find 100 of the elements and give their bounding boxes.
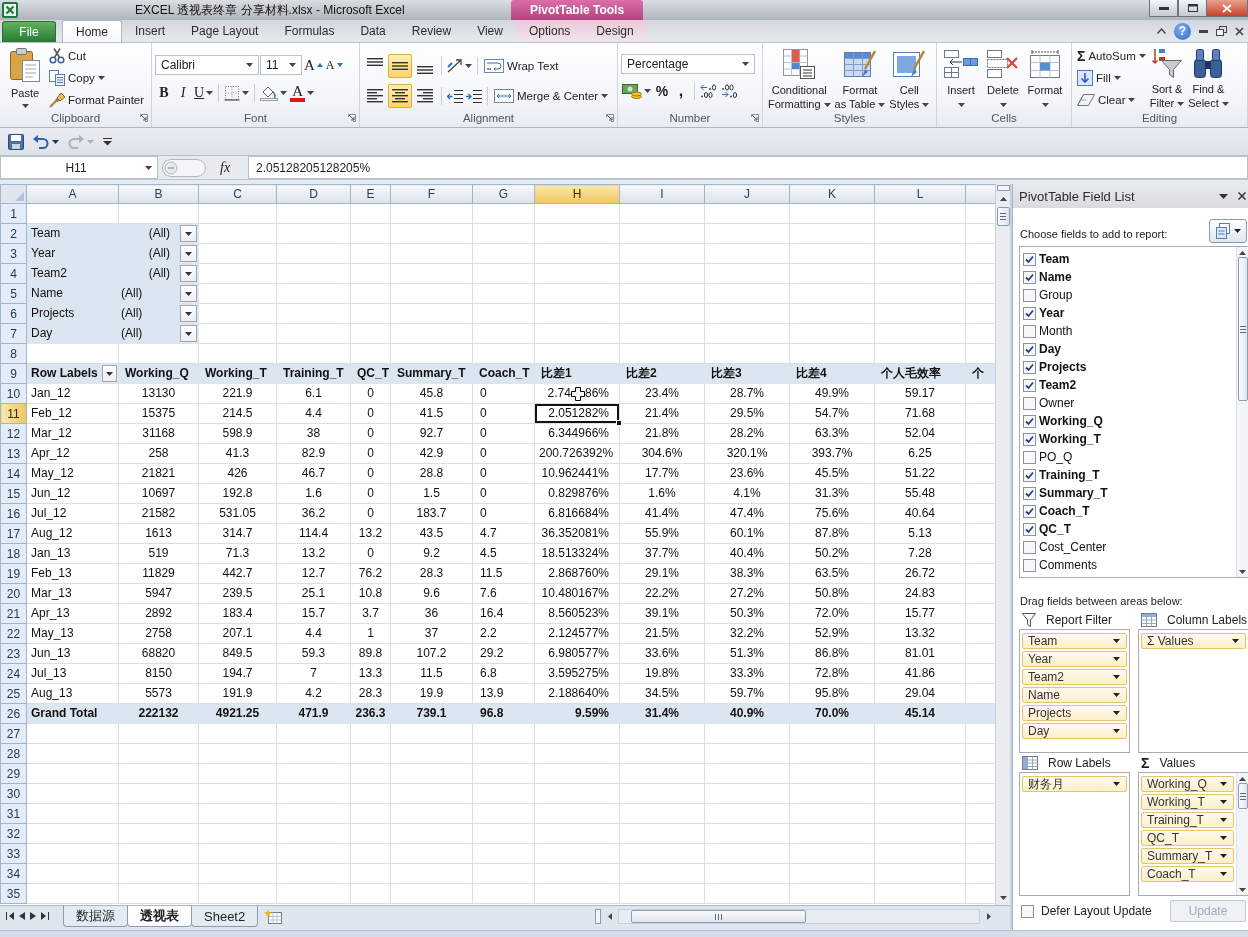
- sort-filter-button[interactable]: Sort & Filter: [1147, 43, 1187, 110]
- ribbon-tab[interactable]: Page Layout: [178, 20, 272, 42]
- dropdown-button[interactable]: [180, 245, 197, 262]
- row-header[interactable]: 14: [0, 463, 27, 484]
- field-item[interactable]: Comments: [1023, 556, 1236, 574]
- row-header[interactable]: 33: [0, 843, 27, 864]
- checkbox[interactable]: [1021, 904, 1034, 918]
- area-field-button[interactable]: Team2: [1022, 669, 1127, 685]
- italic-button[interactable]: I: [174, 82, 192, 104]
- area-field-button[interactable]: 财务月: [1022, 776, 1127, 792]
- field-item[interactable]: Team2: [1023, 376, 1236, 394]
- format-cells-button[interactable]: Format: [1024, 43, 1066, 107]
- area-field-button[interactable]: Team: [1022, 633, 1127, 649]
- row-header[interactable]: 3: [0, 243, 27, 264]
- checkbox[interactable]: [1023, 270, 1036, 284]
- dropdown-button[interactable]: [180, 325, 197, 342]
- row-header[interactable]: 32: [0, 823, 27, 844]
- field-item[interactable]: Month: [1023, 322, 1236, 340]
- bold-button[interactable]: B: [155, 82, 173, 104]
- cell-styles-button[interactable]: Cell Styles: [887, 43, 932, 111]
- row-header[interactable]: 1: [0, 203, 27, 224]
- first-sheet-icon[interactable]: [6, 912, 14, 920]
- dialog-launcher-icon[interactable]: [348, 113, 356, 122]
- checkbox[interactable]: [1023, 450, 1036, 464]
- row-header[interactable]: 19: [0, 563, 27, 584]
- field-item[interactable]: Year: [1023, 304, 1236, 322]
- vertical-scrollbar[interactable]: [1236, 773, 1248, 895]
- field-layout-button[interactable]: [1209, 219, 1247, 243]
- wrap-text-button[interactable]: Wrap Text: [482, 55, 561, 77]
- column-header[interactable]: B: [118, 184, 199, 204]
- underline-button[interactable]: U: [193, 82, 215, 104]
- checkbox[interactable]: [1023, 414, 1036, 428]
- column-header[interactable]: L: [874, 184, 966, 204]
- minimize-button[interactable]: [1149, 0, 1178, 17]
- area-field-button[interactable]: Coach_T: [1141, 866, 1234, 882]
- checkbox[interactable]: [1023, 432, 1036, 446]
- area-field-button[interactable]: Training_T: [1141, 812, 1234, 828]
- column-header[interactable]: J: [704, 184, 790, 204]
- row-header[interactable]: 6: [0, 303, 27, 324]
- name-box[interactable]: H11: [0, 156, 158, 179]
- dropdown-button[interactable]: [180, 285, 197, 302]
- dropdown-button[interactable]: [180, 265, 197, 282]
- area-field-button[interactable]: Working_Q: [1141, 776, 1234, 792]
- area-field-button[interactable]: Working_T: [1141, 794, 1234, 810]
- chevron-up-icon[interactable]: [1157, 28, 1166, 34]
- vertical-scrollbar[interactable]: [995, 184, 1010, 905]
- scroll-thumb[interactable]: [1237, 783, 1248, 809]
- checkbox[interactable]: [1023, 558, 1036, 572]
- close-icon[interactable]: [1235, 26, 1244, 36]
- column-header[interactable]: H: [534, 184, 620, 204]
- field-item[interactable]: Day: [1023, 340, 1236, 358]
- fill-handle[interactable]: [616, 420, 622, 426]
- scroll-thumb[interactable]: [631, 910, 806, 923]
- dropdown-button[interactable]: [180, 225, 197, 242]
- checkbox[interactable]: [1023, 306, 1036, 320]
- checkbox[interactable]: [1023, 378, 1036, 392]
- dropdown-button[interactable]: [101, 365, 117, 382]
- row-header[interactable]: 29: [0, 763, 27, 784]
- area-field-button[interactable]: QC_T: [1141, 830, 1234, 846]
- field-item[interactable]: Coach_T: [1023, 502, 1236, 520]
- horizontal-scrollbar[interactable]: [618, 909, 980, 924]
- copy-button[interactable]: Copy: [47, 67, 147, 89]
- row-header[interactable]: 12: [0, 423, 27, 444]
- checkbox[interactable]: [1023, 396, 1036, 410]
- row-header[interactable]: 34: [0, 863, 27, 884]
- field-item[interactable]: Training_T: [1023, 466, 1236, 484]
- row-header[interactable]: 2: [0, 223, 27, 244]
- sheet-tab[interactable]: Sheet2: [191, 906, 259, 927]
- field-item[interactable]: Projects: [1023, 358, 1236, 376]
- vertical-scrollbar[interactable]: [1236, 247, 1248, 577]
- row-header[interactable]: 27: [0, 723, 27, 744]
- row-header[interactable]: 13: [0, 443, 27, 464]
- checkbox[interactable]: [1023, 504, 1036, 518]
- row-header[interactable]: 20: [0, 583, 27, 604]
- column-header[interactable]: D: [276, 184, 351, 204]
- previous-sheet-icon[interactable]: [19, 912, 25, 920]
- font-color-button[interactable]: A: [289, 82, 315, 104]
- ribbon-tab[interactable]: Options: [515, 20, 584, 42]
- sheet-tab[interactable]: 数据源: [63, 906, 128, 927]
- caret-icon[interactable]: [1219, 193, 1228, 199]
- row-header[interactable]: 31: [0, 803, 27, 824]
- field-item[interactable]: Working_T: [1023, 430, 1236, 448]
- row-header[interactable]: 16: [0, 503, 27, 524]
- field-item[interactable]: PO_Q: [1023, 448, 1236, 466]
- column-header[interactable]: F: [390, 184, 473, 204]
- ribbon-tab[interactable]: Insert: [122, 20, 179, 42]
- grow-font-button[interactable]: A: [303, 54, 324, 76]
- ribbon-tab[interactable]: Data: [347, 20, 399, 42]
- row-header[interactable]: 11: [0, 403, 27, 424]
- column-header[interactable]: A: [26, 184, 119, 204]
- row-header[interactable]: 7: [0, 323, 27, 344]
- ribbon-tab[interactable]: Formulas: [271, 20, 348, 42]
- checkbox[interactable]: [1023, 486, 1036, 500]
- checkbox[interactable]: [1023, 468, 1036, 482]
- area-field-button[interactable]: Name: [1022, 687, 1127, 703]
- last-sheet-icon[interactable]: [41, 912, 49, 920]
- format-as-table-button[interactable]: Format as Table: [832, 43, 888, 111]
- dialog-launcher-icon[interactable]: [606, 113, 614, 122]
- font-size-dropdown[interactable]: 11: [260, 55, 302, 75]
- find-select-button[interactable]: Find & Select: [1186, 43, 1231, 110]
